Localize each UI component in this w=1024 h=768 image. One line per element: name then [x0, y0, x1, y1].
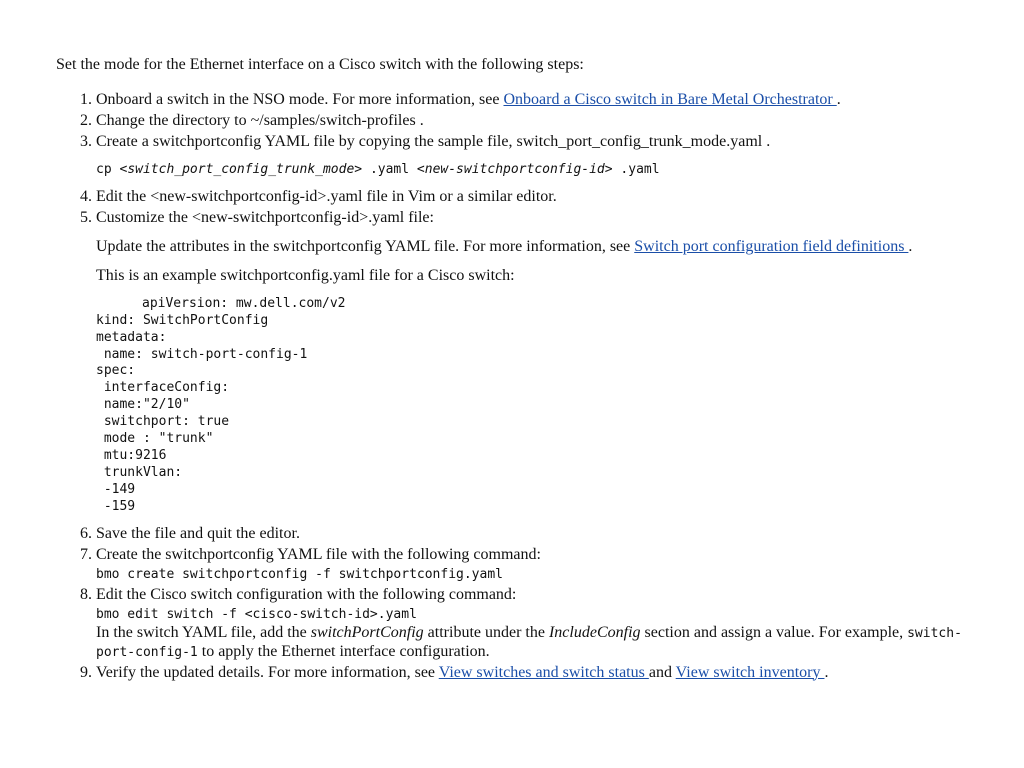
step-5: Customize the <new-switchportconfig-id>.… — [96, 209, 968, 515]
step8-includeconfig-section: IncludeConfig — [549, 624, 641, 641]
step5-para1-a: Update the attributes in the switchportc… — [96, 238, 634, 255]
document-page: Set the mode for the Ethernet interface … — [0, 0, 1024, 724]
step4-text-b: file in Vim or a similar editor. — [362, 188, 556, 205]
step4-file: <new-switchportconfig-id>.yaml — [150, 188, 362, 205]
onboard-switch-link[interactable]: Onboard a Cisco switch in Bare Metal Orc… — [503, 91, 836, 108]
step4-text-a: Edit the — [96, 188, 150, 205]
step-2: Change the directory to ~/samples/switch… — [96, 112, 968, 131]
step-7: Create the switchportconfig YAML file wi… — [96, 546, 968, 584]
step3-text-a: Create a switchportconfig YAML file by c… — [96, 133, 516, 150]
step7-code: bmo create switchportconfig -f switchpor… — [96, 567, 503, 582]
step8-after-b: attribute under the — [424, 624, 549, 641]
step9-and: and — [649, 664, 676, 681]
step5-para2: This is an example switchportconfig.yaml… — [96, 267, 968, 286]
step8-switchportconfig-attr: switchPortConfig — [311, 624, 424, 641]
view-switches-link[interactable]: View switches and switch status — [439, 664, 649, 681]
steps-list: Onboard a switch in the NSO mode. For mo… — [56, 91, 968, 683]
step5-para1: Update the attributes in the switchportc… — [96, 238, 968, 257]
step2-text-b: . — [420, 112, 424, 129]
intro-paragraph: Set the mode for the Ethernet interface … — [56, 56, 968, 75]
step5-para1-b: . — [908, 238, 912, 255]
step3-code-block: cp <switch_port_config_trunk_mode> .yaml… — [96, 162, 968, 179]
step5-text-a: Customize the — [96, 209, 192, 226]
step9-text-a: Verify the updated details. For more inf… — [96, 664, 439, 681]
step-3: Create a switchportconfig YAML file by c… — [96, 133, 968, 179]
step8-after-c: section and assign a value. For example, — [641, 624, 908, 641]
step5-text-b: file: — [404, 209, 434, 226]
step7-text: Create the switchportconfig YAML file wi… — [96, 546, 541, 563]
step2-text-a: Change the directory to — [96, 112, 251, 129]
step-6: Save the file and quit the editor. — [96, 525, 968, 544]
step3-text-b: . — [766, 133, 770, 150]
step8-after-d: to apply the Ethernet interface configur… — [198, 643, 490, 660]
step-9: Verify the updated details. For more inf… — [96, 664, 968, 683]
step5-yaml-block: apiVersion: mw.dell.com/v2 kind: SwitchP… — [96, 296, 968, 516]
step3-file: switch_port_config_trunk_mode.yaml — [516, 133, 766, 150]
step1-text-b: . — [837, 91, 841, 108]
view-switch-inventory-link[interactable]: View switch inventory — [676, 664, 825, 681]
switchport-field-defs-link[interactable]: Switch port configuration field definiti… — [634, 238, 908, 255]
step8-after-a: In the switch YAML file, add the — [96, 624, 311, 641]
step1-text-a: Onboard a switch in the NSO mode. For mo… — [96, 91, 503, 108]
step8-text: Edit the Cisco switch configuration with… — [96, 586, 516, 603]
step9-text-b: . — [824, 664, 828, 681]
step-8: Edit the Cisco switch configuration with… — [96, 586, 968, 662]
step2-path: ~/samples/switch-profiles — [251, 112, 420, 129]
step5-file: <new-switchportconfig-id>.yaml — [192, 209, 404, 226]
step8-code: bmo edit switch -f <cisco-switch-id>.yam… — [96, 607, 417, 622]
step-4: Edit the <new-switchportconfig-id>.yaml … — [96, 188, 968, 207]
step-1: Onboard a switch in the NSO mode. For mo… — [96, 91, 968, 110]
